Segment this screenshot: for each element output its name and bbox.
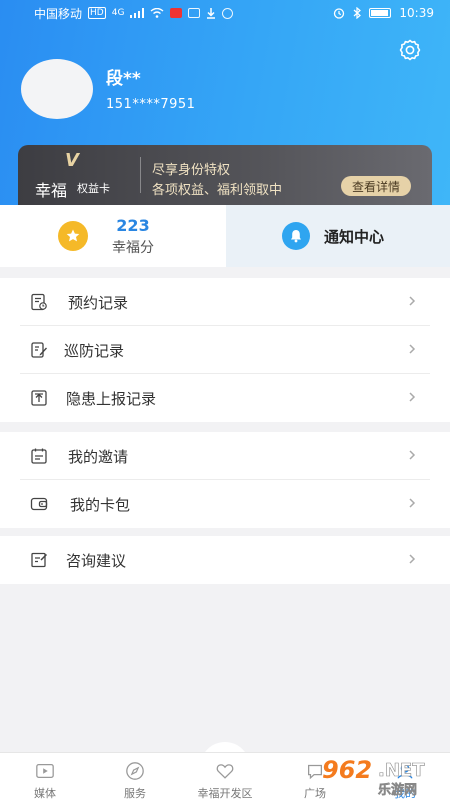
- notification-label: 通知中心: [324, 227, 385, 246]
- clock-label: 10:39: [399, 6, 434, 20]
- media-icon: [36, 764, 54, 778]
- tab-label: 媒体: [34, 787, 56, 800]
- menu-label: 预约记录: [68, 294, 129, 312]
- menu-label: 我的卡包: [70, 496, 131, 514]
- tab-label: 幸福开发区: [197, 787, 253, 800]
- star-icon: [58, 221, 88, 251]
- avatar[interactable]: [21, 59, 93, 119]
- user-name: 段**: [106, 69, 141, 89]
- points-value: 223: [116, 215, 150, 235]
- happiness-points[interactable]: 223 幸福分: [0, 205, 226, 267]
- chevron-right-icon: [409, 296, 416, 306]
- app-notification-icon: [170, 8, 183, 18]
- menu-label: 隐患上报记录: [66, 390, 157, 408]
- menu-item-appointment-records[interactable]: 预约记录: [0, 278, 450, 326]
- vip-divider: [140, 157, 141, 193]
- user-phone: 151****7951: [106, 97, 196, 112]
- chevron-right-icon: [409, 344, 416, 354]
- points-label: 幸福分: [112, 239, 154, 256]
- battery-icon: [369, 8, 392, 18]
- menu-item-consult-suggestions[interactable]: 咨询建议: [0, 536, 450, 584]
- svg-text:乐游网: 乐游网: [378, 782, 417, 798]
- vip-logo: V: [65, 150, 79, 171]
- feedback-group: 咨询建议: [0, 536, 450, 584]
- wallet-icon: [30, 497, 48, 511]
- bluetooth-icon: [354, 7, 362, 19]
- menu-label: 巡防记录: [64, 342, 125, 360]
- status-right: 10:39: [333, 6, 434, 20]
- menu-label: 咨询建议: [66, 552, 127, 570]
- hd-badge: HD: [88, 7, 106, 19]
- mail-notification-icon: [188, 8, 201, 18]
- chevron-right-icon: [409, 392, 416, 402]
- tab-happiness-zone[interactable]: 幸福开发区: [180, 753, 270, 800]
- vip-brand: 幸福: [35, 181, 68, 200]
- records-group: 预约记录 巡防记录 隐患上报记录: [0, 278, 450, 422]
- svg-text:.NET: .NET: [378, 760, 425, 781]
- tab-label: 服务: [124, 787, 146, 800]
- carrier-label: 中国移动: [34, 6, 83, 21]
- bell-icon: [282, 222, 310, 250]
- menu-item-hazard-report-records[interactable]: 隐患上报记录: [0, 374, 450, 422]
- personal-group: 我的邀请 我的卡包: [0, 432, 450, 528]
- alarm-icon: [334, 8, 345, 19]
- menu-label: 我的邀请: [68, 448, 129, 466]
- status-bar: 中国移动 HD 4G 10:39: [0, 0, 450, 26]
- watermark-logo: 962 .NET 乐游网: [322, 756, 425, 798]
- feedback-icon: [31, 552, 48, 568]
- menu-item-my-wallet[interactable]: 我的卡包: [0, 480, 450, 528]
- menu-item-my-invitations[interactable]: 我的邀请: [0, 432, 450, 480]
- chevron-right-icon: [409, 450, 416, 460]
- stats-bar: 223 幸福分 通知中心: [0, 205, 450, 267]
- wifi-icon: [150, 8, 164, 18]
- vip-brand-sub: 权益卡: [77, 182, 110, 195]
- status-left: 中国移动 HD 4G: [34, 5, 234, 22]
- service-icon: [126, 762, 144, 780]
- points-box: 223 幸福分: [112, 216, 154, 257]
- appointment-icon: [31, 293, 47, 311]
- tab-service[interactable]: 服务: [90, 753, 180, 800]
- view-details-button[interactable]: 查看详情: [341, 176, 411, 196]
- notification-center[interactable]: 通知中心: [226, 205, 450, 267]
- hazard-report-icon: [31, 390, 47, 406]
- app-badge-icon: [222, 7, 234, 19]
- tab-media[interactable]: 媒体: [0, 753, 90, 800]
- gear-icon: [399, 39, 421, 61]
- signal-icon: [130, 8, 145, 18]
- chevron-right-icon: [409, 554, 416, 564]
- svg-text:962: 962: [322, 756, 372, 784]
- chevron-right-icon: [409, 498, 416, 508]
- patrol-icon: [31, 342, 47, 358]
- menu-item-patrol-records[interactable]: 巡防记录: [0, 326, 450, 374]
- invitation-icon: [31, 448, 47, 464]
- happiness-rights-card[interactable]: V 幸福 权益卡 尽享身份特权 各项权益、福利领取中 查看详情: [18, 145, 432, 205]
- heart-icon: [216, 764, 234, 779]
- download-icon: [207, 7, 216, 19]
- vip-slogan-2: 各项权益、福利领取中: [152, 183, 283, 198]
- vip-slogan-1: 尽享身份特权: [152, 163, 231, 178]
- network-label: 4G: [111, 8, 125, 18]
- settings-button[interactable]: [398, 38, 422, 62]
